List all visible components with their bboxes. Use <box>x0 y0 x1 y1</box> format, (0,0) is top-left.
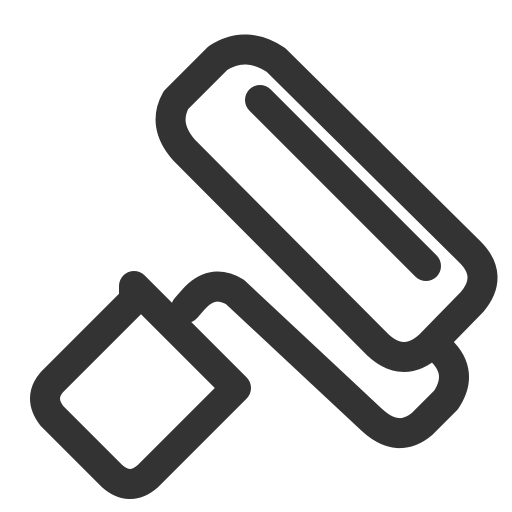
paint-roller-icon <box>30 34 498 499</box>
roller-drum <box>155 34 498 372</box>
roller-handle <box>30 271 251 499</box>
icon-canvas <box>0 0 512 512</box>
